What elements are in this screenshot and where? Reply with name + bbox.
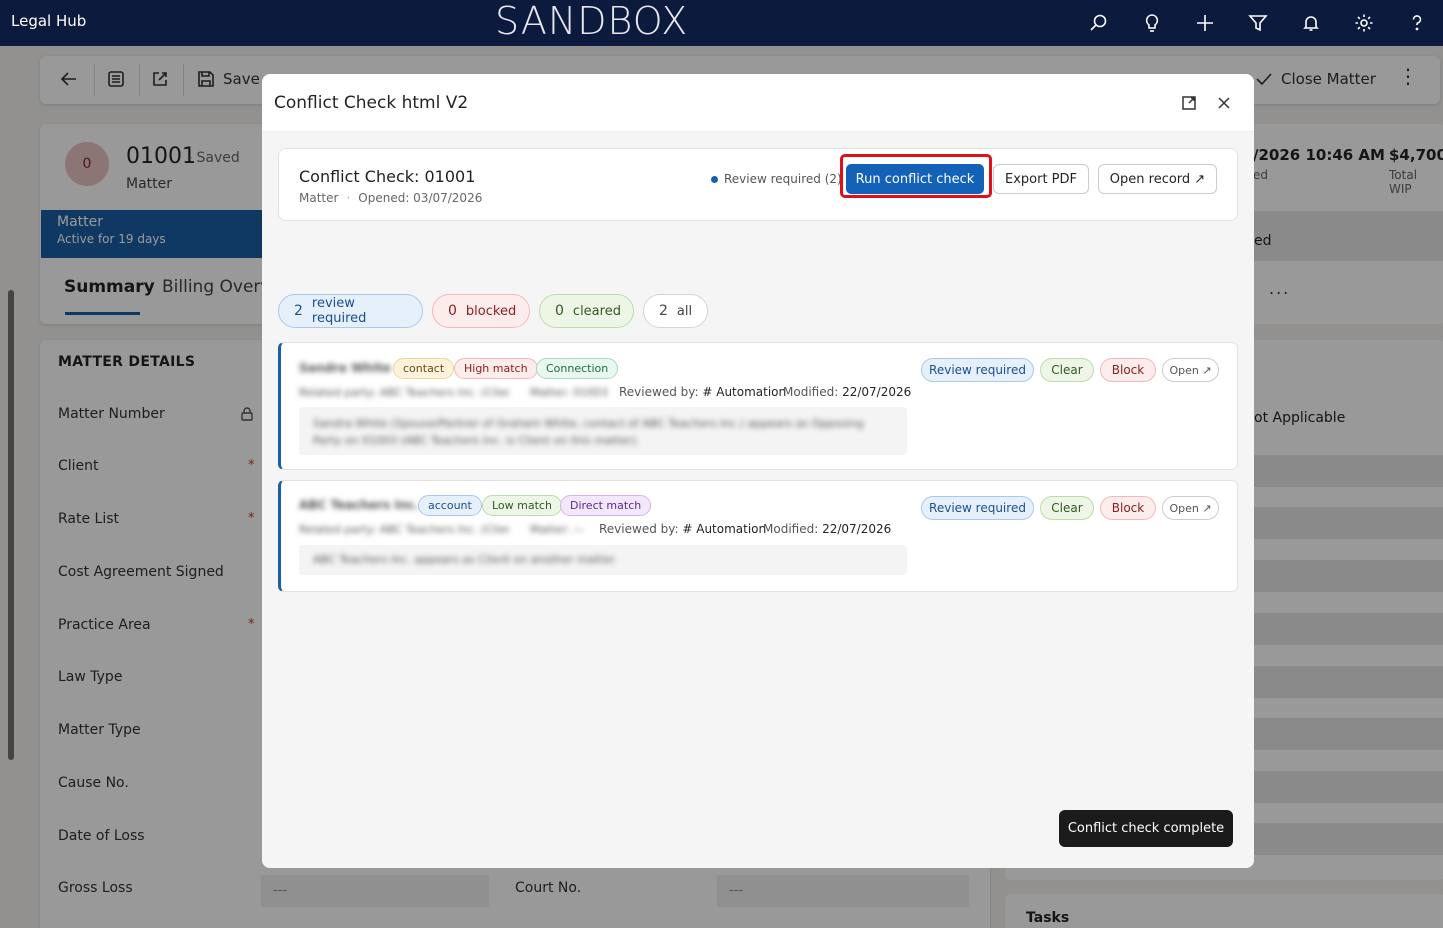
block-button[interactable]: Block [1100, 358, 1156, 382]
tag-type: account [418, 495, 482, 516]
result-name[interactable]: ABC Teachers Inc. [299, 498, 419, 512]
modified-label: Modified: [783, 385, 839, 399]
page-scrollbar[interactable] [8, 290, 14, 760]
app-title[interactable]: Legal Hub [11, 12, 86, 30]
explanation-text: Sandra White (Spouse/Partner of Graham W… [313, 417, 864, 447]
bell-icon[interactable] [1284, 0, 1337, 46]
reviewed-by: Reviewed by: # Automation [619, 385, 786, 399]
filter-label: cleared [572, 303, 621, 319]
status-badge: Review required (2) [711, 172, 842, 186]
filter-label: review required [311, 296, 367, 326]
status-dot-icon [711, 175, 718, 183]
conflict-check-header-card: Conflict Check: 01001 Matter · Opened: 03/… [278, 148, 1238, 221]
open-result-button[interactable]: Open ↗ [1162, 358, 1219, 382]
filter-label: all [676, 303, 693, 319]
run-conflict-check-button[interactable]: Run conflict check [846, 164, 984, 194]
close-icon[interactable] [1213, 92, 1235, 114]
help-icon[interactable] [1390, 0, 1443, 46]
tag-match-kind: Connection [536, 358, 619, 379]
opened-date: Opened: 03/07/2026 [358, 191, 483, 205]
filter-count: 2 [294, 303, 303, 319]
open-result-button[interactable]: Open ↗ [1162, 496, 1219, 520]
filter-blocked[interactable]: 0 blocked [432, 294, 530, 328]
modified-value: 22/07/2026 [842, 385, 912, 399]
toast-notification: Conflict check complete [1059, 810, 1233, 847]
modified-value: 22/07/2026 [822, 522, 892, 536]
status-text: Review required (2) [724, 172, 842, 186]
related-matter-link[interactable]: Matter: 01003 [530, 386, 608, 399]
modified-label: Modified: [763, 522, 819, 536]
open-record-button[interactable]: Open record ↗ [1098, 164, 1217, 194]
result-name[interactable]: Sandra White [299, 361, 391, 375]
reviewed-by-value: # Automation [682, 522, 767, 536]
reviewed-by-label: Reviewed by: [619, 385, 699, 399]
reviewed-by-label: Reviewed by: [599, 522, 679, 536]
tag-match-level: Low match [482, 495, 562, 516]
related-matter: Matter: — [530, 523, 585, 536]
lightbulb-icon[interactable] [1125, 0, 1178, 46]
search-icon[interactable] [1072, 0, 1125, 46]
top-navigation-bar: Legal Hub SANDBOX [0, 0, 1443, 46]
gear-icon[interactable] [1337, 0, 1390, 46]
filter-count: 2 [659, 303, 668, 319]
reviewed-by-value: # Automation [702, 385, 787, 399]
related-party: Related party: ABC Teachers Inc. (Client… [299, 523, 509, 536]
review-required-button[interactable]: Review required [921, 496, 1034, 520]
filter-all[interactable]: 2 all [643, 294, 708, 328]
clear-button[interactable]: Clear [1040, 496, 1094, 520]
plus-icon[interactable] [1178, 0, 1231, 46]
conflict-check-subtitle: Matter · Opened: 03/07/2026 [299, 191, 483, 205]
explanation-text: ABC Teachers Inc. appears as Client on a… [313, 553, 618, 566]
result-explanation: ABC Teachers Inc. appears as Client on a… [299, 545, 907, 575]
tag-type: contact [393, 358, 455, 379]
conflict-result-card: Sandra White contact High match Connecti… [278, 342, 1238, 470]
filter-icon[interactable] [1231, 0, 1284, 46]
modified-date: Modified: 22/07/2026 [783, 385, 911, 399]
entity-label: Matter [299, 191, 339, 205]
result-explanation: Sandra White (Spouse/Partner of Graham W… [299, 407, 907, 455]
expand-icon[interactable] [1178, 92, 1200, 114]
review-required-button[interactable]: Review required [921, 358, 1034, 382]
conflict-result-card: ABC Teachers Inc. account Low match Dire… [278, 480, 1238, 592]
dialog-body: Conflict Check: 01001 Matter · Opened: 03/… [262, 132, 1254, 868]
reviewed-by: Reviewed by: # Automation [599, 522, 766, 536]
filter-cleared[interactable]: 0 cleared [539, 294, 634, 328]
dialog-title: Conflict Check html V2 [274, 93, 469, 113]
filter-count: 0 [448, 303, 457, 319]
export-pdf-button[interactable]: Export PDF [993, 164, 1089, 194]
filter-label: blocked [465, 303, 517, 319]
filter-count: 0 [555, 303, 564, 319]
related-party: Related party: ABC Teachers Inc. (Client… [299, 386, 509, 399]
filter-review-required[interactable]: 2 review required [278, 294, 423, 328]
modified-date: Modified: 22/07/2026 [763, 522, 891, 536]
dialog-header: Conflict Check html V2 [262, 74, 1254, 132]
conflict-check-title: Conflict Check: 01001 [299, 167, 476, 186]
environment-label: SANDBOX [495, 0, 689, 43]
tag-match-kind: Direct match [560, 495, 652, 516]
conflict-check-dialog: Conflict Check html V2 Conflict Check: 0… [262, 74, 1254, 868]
tag-match-level: High match [454, 358, 538, 379]
clear-button[interactable]: Clear [1040, 358, 1094, 382]
block-button[interactable]: Block [1100, 496, 1156, 520]
